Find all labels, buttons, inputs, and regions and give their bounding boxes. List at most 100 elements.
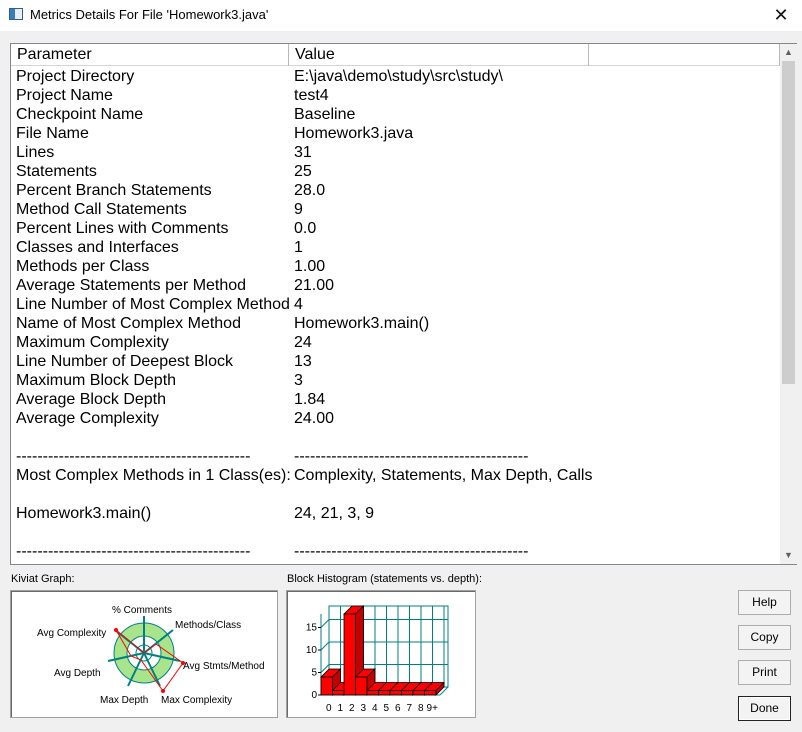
value-cell: ----------------------------------------… xyxy=(294,543,529,560)
done-button[interactable]: Done xyxy=(738,696,791,721)
close-icon[interactable]: ✕ xyxy=(760,0,802,31)
window-title: Metrics Details For File 'Homework3.java… xyxy=(30,7,269,22)
value-cell: Homework3.main() xyxy=(294,315,430,332)
value-cell: ----------------------------------------… xyxy=(294,448,529,465)
list-header: Parameter Value xyxy=(11,44,780,66)
value-cell: test4 xyxy=(294,87,329,104)
table-row[interactable]: Project Name test4 xyxy=(11,86,780,105)
table-row[interactable]: Average Statements per Method 21.00 xyxy=(11,276,780,295)
list-body: Project Directory E:\java\demo\study\src\… xyxy=(11,67,780,564)
histogram-x-tick: 8 xyxy=(418,703,424,714)
histogram-x-tick: 6 xyxy=(395,703,401,714)
table-row[interactable]: Average Block Depth 1.84 xyxy=(11,390,780,409)
table-row[interactable]: Maximum Complexity 24 xyxy=(11,333,780,352)
value-cell: 31 xyxy=(294,144,312,161)
value-cell: 28.0 xyxy=(294,182,326,199)
table-row[interactable]: Project Directory E:\java\demo\study\src\… xyxy=(11,67,780,86)
table-row[interactable]: ----------------------------------------… xyxy=(11,542,780,561)
value-cell: 9 xyxy=(294,201,303,218)
table-row[interactable]: Percent Branch Statements 28.0 xyxy=(11,181,780,200)
table-row[interactable]: Method Call Statements 9 xyxy=(11,200,780,219)
histogram-y-tick: 0 xyxy=(311,690,317,701)
table-row[interactable]: Line Number of Deepest Block 13 xyxy=(11,352,780,371)
histogram-y-tick: 15 xyxy=(306,623,318,634)
kiviat-axis-label: Methods/Class xyxy=(175,620,241,631)
parameter-cell: File Name xyxy=(16,125,89,142)
column-header-filler xyxy=(589,44,780,66)
parameter-cell: ----------------------------------------… xyxy=(16,448,251,465)
value-cell: 24, 21, 3, 9 xyxy=(294,505,375,522)
parameter-cell: Classes and Interfaces xyxy=(16,239,179,256)
table-row[interactable] xyxy=(11,428,780,447)
kiviat-axis-label: Max Complexity xyxy=(161,695,232,706)
histogram-panel: 0 5 10 15 0 1 2 3 4 5 6 7 8 9+ xyxy=(286,590,476,718)
parameter-cell: Percent Branch Statements xyxy=(16,182,212,199)
histogram-y-tick: 10 xyxy=(306,645,318,656)
value-cell: E:\java\demo\study\src\study\ xyxy=(294,68,503,85)
parameter-cell: Methods per Class xyxy=(16,258,150,275)
parameter-cell: Line Number of Deepest Block xyxy=(16,353,233,370)
table-row[interactable] xyxy=(11,523,780,542)
parameter-cell: Checkpoint Name xyxy=(16,106,144,123)
kiviat-label: Kiviat Graph: xyxy=(11,573,75,585)
kiviat-axis-label: Max Depth xyxy=(100,695,148,706)
histogram-label: Block Histogram (statements vs. depth): xyxy=(287,573,483,585)
copy-button[interactable]: Copy xyxy=(738,625,791,650)
table-row[interactable]: Name of Most Complex Method Homework3.mai… xyxy=(11,314,780,333)
help-button[interactable]: Help xyxy=(738,590,791,615)
table-row[interactable]: Methods per Class 1.00 xyxy=(11,257,780,276)
metrics-list-view[interactable]: Parameter Value Project Directory E:\java… xyxy=(10,43,797,565)
table-row[interactable] xyxy=(11,485,780,504)
table-row[interactable]: Maximum Block Depth 3 xyxy=(11,371,780,390)
kiviat-axis-label: % Comments xyxy=(112,605,172,616)
parameter-cell: Line Number of Most Complex Method xyxy=(16,296,290,313)
parameter-cell: Statements xyxy=(16,163,97,180)
parameter-cell: Most Complex Methods in 1 Class(es): xyxy=(16,467,291,484)
scroll-down-icon[interactable]: ▼ xyxy=(780,547,797,564)
parameter-cell: Method Call Statements xyxy=(16,201,187,218)
value-cell: Complexity, Statements, Max Depth, Calls xyxy=(294,467,593,484)
table-row[interactable]: File Name Homework3.java xyxy=(11,124,780,143)
parameter-cell: Average Statements per Method xyxy=(16,277,247,294)
parameter-cell: Lines xyxy=(16,144,55,161)
scroll-up-icon[interactable]: ▲ xyxy=(780,44,797,61)
table-row[interactable]: Most Complex Methods in 1 Class(es): Comp… xyxy=(11,466,780,485)
value-cell: 25 xyxy=(294,163,312,180)
parameter-cell: Average Block Depth xyxy=(16,391,167,408)
kiviat-axis-label: Avg Complexity xyxy=(37,628,106,639)
value-cell: 1 xyxy=(294,239,303,256)
table-row[interactable]: Percent Lines with Comments 0.0 xyxy=(11,219,780,238)
value-cell: 0.0 xyxy=(294,220,317,237)
value-cell: 1.00 xyxy=(294,258,326,275)
vertical-scrollbar[interactable]: ▲ ▼ xyxy=(780,44,797,564)
histogram-x-tick: 2 xyxy=(349,703,355,714)
table-row[interactable]: Checkpoint Name Baseline xyxy=(11,105,780,124)
histogram-x-tick: 4 xyxy=(372,703,378,714)
parameter-cell: Project Directory xyxy=(16,68,135,85)
table-row[interactable]: Homework3.main() 24, 21, 3, 9 xyxy=(11,504,780,523)
table-row[interactable]: Lines 31 xyxy=(11,143,780,162)
scroll-thumb[interactable] xyxy=(782,61,795,384)
value-cell: Homework3.java xyxy=(294,125,414,142)
parameter-cell: Average Complexity xyxy=(16,410,159,427)
parameter-cell: Percent Lines with Comments xyxy=(16,220,229,237)
kiviat-axis-label: Avg Depth xyxy=(54,668,101,679)
value-cell: 1.84 xyxy=(294,391,326,408)
title-bar: Metrics Details For File 'Homework3.java… xyxy=(0,0,802,31)
table-row[interactable]: Average Complexity 24.00 xyxy=(11,409,780,428)
histogram-x-tick: 3 xyxy=(360,703,366,714)
histogram-y-tick: 5 xyxy=(311,668,317,679)
kiviat-panel: % Comments Methods/Class Avg Stmts/Metho… xyxy=(10,590,278,718)
column-header-value[interactable]: Value xyxy=(289,44,589,66)
histogram-x-tick: 9+ xyxy=(427,703,439,714)
table-row[interactable]: Classes and Interfaces 1 xyxy=(11,238,780,257)
table-row[interactable]: ----------------------------------------… xyxy=(11,447,780,466)
column-header-parameter[interactable]: Parameter xyxy=(11,44,289,66)
value-cell: 13 xyxy=(294,353,312,370)
table-row[interactable]: Line Number of Most Complex Method 4 xyxy=(11,295,780,314)
histogram-x-tick: 5 xyxy=(383,703,389,714)
histogram-x-tick: 0 xyxy=(326,703,332,714)
table-row[interactable]: Statements 25 xyxy=(11,162,780,181)
print-button[interactable]: Print xyxy=(738,660,791,685)
parameter-cell: Project Name xyxy=(16,87,113,104)
